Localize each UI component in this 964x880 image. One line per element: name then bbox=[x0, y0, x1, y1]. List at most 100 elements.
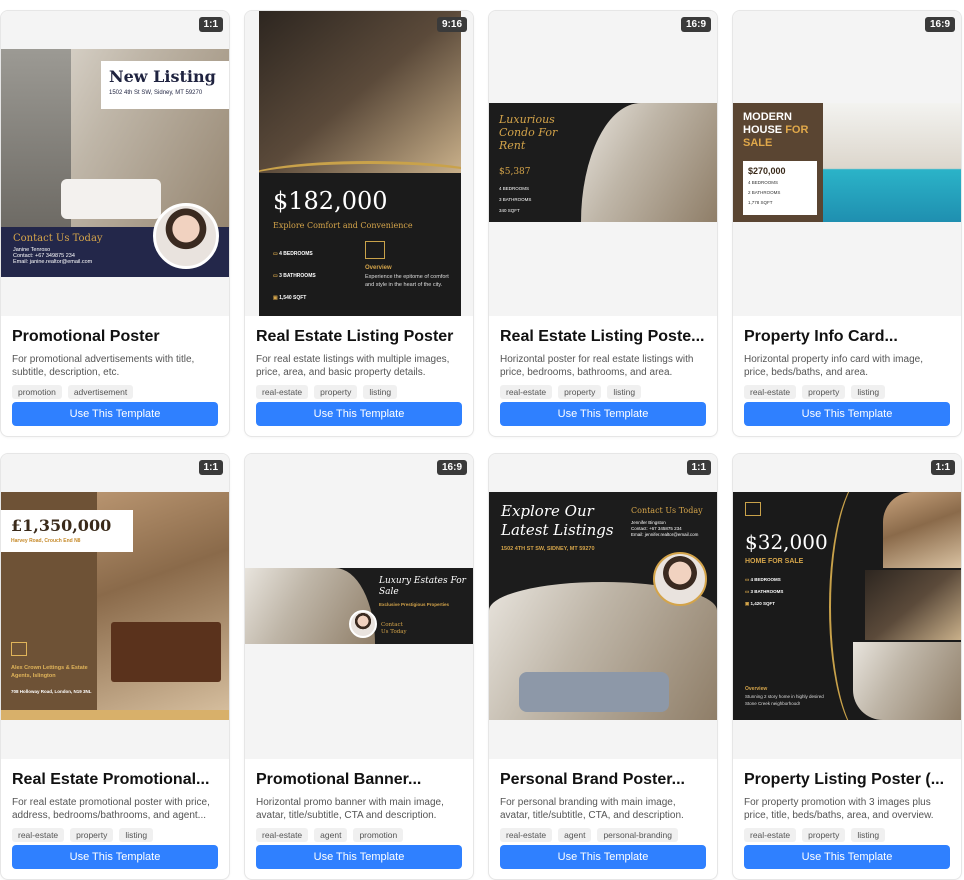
poster-cta: Contact Us Today bbox=[381, 622, 407, 635]
tag: listing bbox=[851, 828, 886, 842]
template-description: For real estate listings with multiple i… bbox=[256, 354, 450, 378]
house-logo-icon bbox=[11, 642, 27, 656]
tag: listing bbox=[607, 385, 642, 399]
poster-price: $5,387 bbox=[499, 167, 531, 177]
poster-bedrooms: 4 BEDROOMS bbox=[750, 577, 781, 582]
poster-thumbnail: MODERN HOUSE FOR SALE $270,000 4 BEDROOM… bbox=[733, 103, 961, 222]
template-description: For promotional advertisements with titl… bbox=[12, 354, 195, 378]
tag: real-estate bbox=[256, 828, 309, 842]
poster-bathrooms: 3 BATHROOMS bbox=[499, 197, 532, 202]
template-description: Horizontal promo banner with main image,… bbox=[256, 797, 444, 821]
house-logo-icon bbox=[365, 241, 385, 259]
poster-agency: Alex Crown Lettings & Estate Agents, Isl… bbox=[11, 665, 88, 679]
poster-bedrooms: 4 BEDROOMS bbox=[748, 180, 779, 185]
house-logo-icon bbox=[745, 502, 761, 516]
use-template-button[interactable]: Use This Template bbox=[744, 845, 950, 869]
tag: property bbox=[802, 828, 846, 842]
tag: real-estate bbox=[256, 385, 309, 399]
template-preview[interactable]: 16:9 MODERN HOUSE FOR SALE $270,000 4 BE… bbox=[733, 11, 961, 316]
tag: real-estate bbox=[12, 828, 65, 842]
tag: real-estate bbox=[500, 385, 553, 399]
tag: property bbox=[70, 828, 114, 842]
poster-contact: Contact Us Today bbox=[631, 506, 703, 515]
template-card[interactable]: 16:9 MODERN HOUSE FOR SALE $270,000 4 BE… bbox=[732, 10, 962, 437]
poster-address: 1502 4TH ST SW, SIDNEY, MT 59270 bbox=[501, 546, 595, 552]
tag-list: real-estate property listing bbox=[256, 385, 462, 399]
template-preview[interactable]: 1:1 £1,350,000 Harvey Road, Crouch End N… bbox=[1, 454, 229, 759]
aspect-ratio-badge: 1:1 bbox=[198, 17, 223, 32]
template-title: Promotional Poster bbox=[12, 328, 160, 345]
use-template-button[interactable]: Use This Template bbox=[500, 845, 706, 869]
tag: promotion bbox=[12, 385, 62, 399]
tag: listing bbox=[119, 828, 154, 842]
template-title: Real Estate Listing Poster bbox=[256, 328, 454, 345]
template-preview[interactable]: 16:9 Luxurious Condo For Rent $5,387 4 B… bbox=[489, 11, 717, 316]
template-title: Property Listing Poster (... bbox=[744, 771, 945, 788]
tag-list: real-estate agent personal-branding bbox=[500, 828, 706, 842]
poster-heading: New Listing bbox=[109, 67, 216, 86]
poster-thumbnail: Luxury Estates For Sale Exclusive Presti… bbox=[245, 568, 473, 644]
template-preview[interactable]: 16:9 Luxury Estates For Sale Exclusive P… bbox=[245, 454, 473, 759]
template-description: For personal branding with main image, a… bbox=[500, 797, 684, 821]
use-template-button[interactable]: Use This Template bbox=[12, 402, 218, 426]
use-template-button[interactable]: Use This Template bbox=[744, 402, 950, 426]
use-template-button[interactable]: Use This Template bbox=[12, 845, 218, 869]
template-card[interactable]: 1:1 Explore Our Latest Listings 1502 4TH… bbox=[488, 453, 718, 880]
poster-area: 1,540 SQFT bbox=[279, 295, 307, 301]
template-card[interactable]: 1:1 $32,000 HOME FOR SALE ▭ 4 BEDROOMS ▭… bbox=[732, 453, 962, 880]
aspect-ratio-badge: 1:1 bbox=[198, 460, 223, 475]
template-preview[interactable]: 9:16 $182,000 Explore Comfort and Conven… bbox=[245, 11, 473, 316]
template-preview[interactable]: 1:1 $32,000 HOME FOR SALE ▭ 4 BEDROOMS ▭… bbox=[733, 454, 961, 759]
aspect-ratio-badge: 16:9 bbox=[436, 460, 467, 475]
tag: promotion bbox=[353, 828, 404, 842]
template-card[interactable]: 9:16 $182,000 Explore Comfort and Conven… bbox=[244, 10, 474, 437]
poster-price: $32,000 bbox=[745, 530, 828, 554]
template-title: Real Estate Listing Poste... bbox=[500, 328, 705, 345]
tag: personal-branding bbox=[597, 828, 678, 842]
template-card[interactable]: 16:9 Luxurious Condo For Rent $5,387 4 B… bbox=[488, 10, 718, 437]
template-preview[interactable]: 1:1 New Listing 1502 4th St SW, Sidney, … bbox=[1, 11, 229, 316]
aspect-ratio-badge: 1:1 bbox=[686, 460, 711, 475]
tag: property bbox=[558, 385, 602, 399]
template-title: Promotional Banner... bbox=[256, 771, 422, 788]
tag: real-estate bbox=[744, 385, 797, 399]
aspect-ratio-badge: 16:9 bbox=[924, 17, 955, 32]
poster-thumbnail: Explore Our Latest Listings 1502 4TH ST … bbox=[489, 492, 717, 720]
poster-subheading: Exclusive Prestigious Properties bbox=[379, 602, 450, 607]
use-template-button[interactable]: Use This Template bbox=[500, 402, 706, 426]
tag-list: real-estate property listing bbox=[12, 828, 218, 842]
tag-list: real-estate property listing bbox=[744, 385, 950, 399]
template-description: For property promotion with 3 images plu… bbox=[744, 797, 934, 821]
poster-email: Email: jennifer.realtor@email.com bbox=[631, 532, 699, 537]
poster-bathrooms: 3 BATHROOMS bbox=[279, 273, 316, 279]
template-card[interactable]: 16:9 Luxury Estates For Sale Exclusive P… bbox=[244, 453, 474, 880]
poster-area: 340 SQFT bbox=[499, 208, 520, 213]
poster-thumbnail: £1,350,000 Harvey Road, Crouch End N8 Al… bbox=[1, 492, 229, 720]
poster-thumbnail: Luxurious Condo For Rent $5,387 4 BEDROO… bbox=[489, 103, 717, 222]
tag: agent bbox=[558, 828, 592, 842]
template-title: Real Estate Promotional... bbox=[12, 771, 210, 788]
tag: agent bbox=[314, 828, 348, 842]
poster-price: $182,000 bbox=[273, 187, 388, 215]
poster-heading: Luxury Estates For Sale bbox=[379, 576, 466, 597]
template-preview[interactable]: 1:1 Explore Our Latest Listings 1502 4TH… bbox=[489, 454, 717, 759]
poster-bathrooms: 3 BATHROOMS bbox=[750, 589, 784, 594]
poster-address: 1502 4th St SW, Sidney, MT 59270 bbox=[109, 90, 203, 96]
template-card[interactable]: 1:1 New Listing 1502 4th St SW, Sidney, … bbox=[0, 10, 230, 437]
poster-bedrooms: 4 BEDROOMS bbox=[279, 251, 313, 257]
template-title: Personal Brand Poster... bbox=[500, 771, 685, 788]
tag: listing bbox=[363, 385, 398, 399]
poster-agency-address: 708 Holloway Road, London, N19 3NL bbox=[11, 689, 92, 694]
template-card[interactable]: 1:1 £1,350,000 Harvey Road, Crouch End N… bbox=[0, 453, 230, 880]
use-template-button[interactable]: Use This Template bbox=[256, 402, 462, 426]
tag-list: real-estate property listing bbox=[500, 385, 706, 399]
poster-subheading: HOME FOR SALE bbox=[745, 558, 804, 565]
use-template-button[interactable]: Use This Template bbox=[256, 845, 462, 869]
tag: real-estate bbox=[744, 828, 797, 842]
template-description: Horizontal property info card with image… bbox=[744, 354, 923, 378]
tag-list: promotion advertisement bbox=[12, 385, 218, 399]
poster-overview: Experience the epitome of comfort and st… bbox=[365, 274, 449, 288]
aspect-ratio-badge: 1:1 bbox=[930, 460, 955, 475]
poster-heading: Luxurious Condo For Rent bbox=[499, 113, 558, 152]
tag: listing bbox=[851, 385, 886, 399]
